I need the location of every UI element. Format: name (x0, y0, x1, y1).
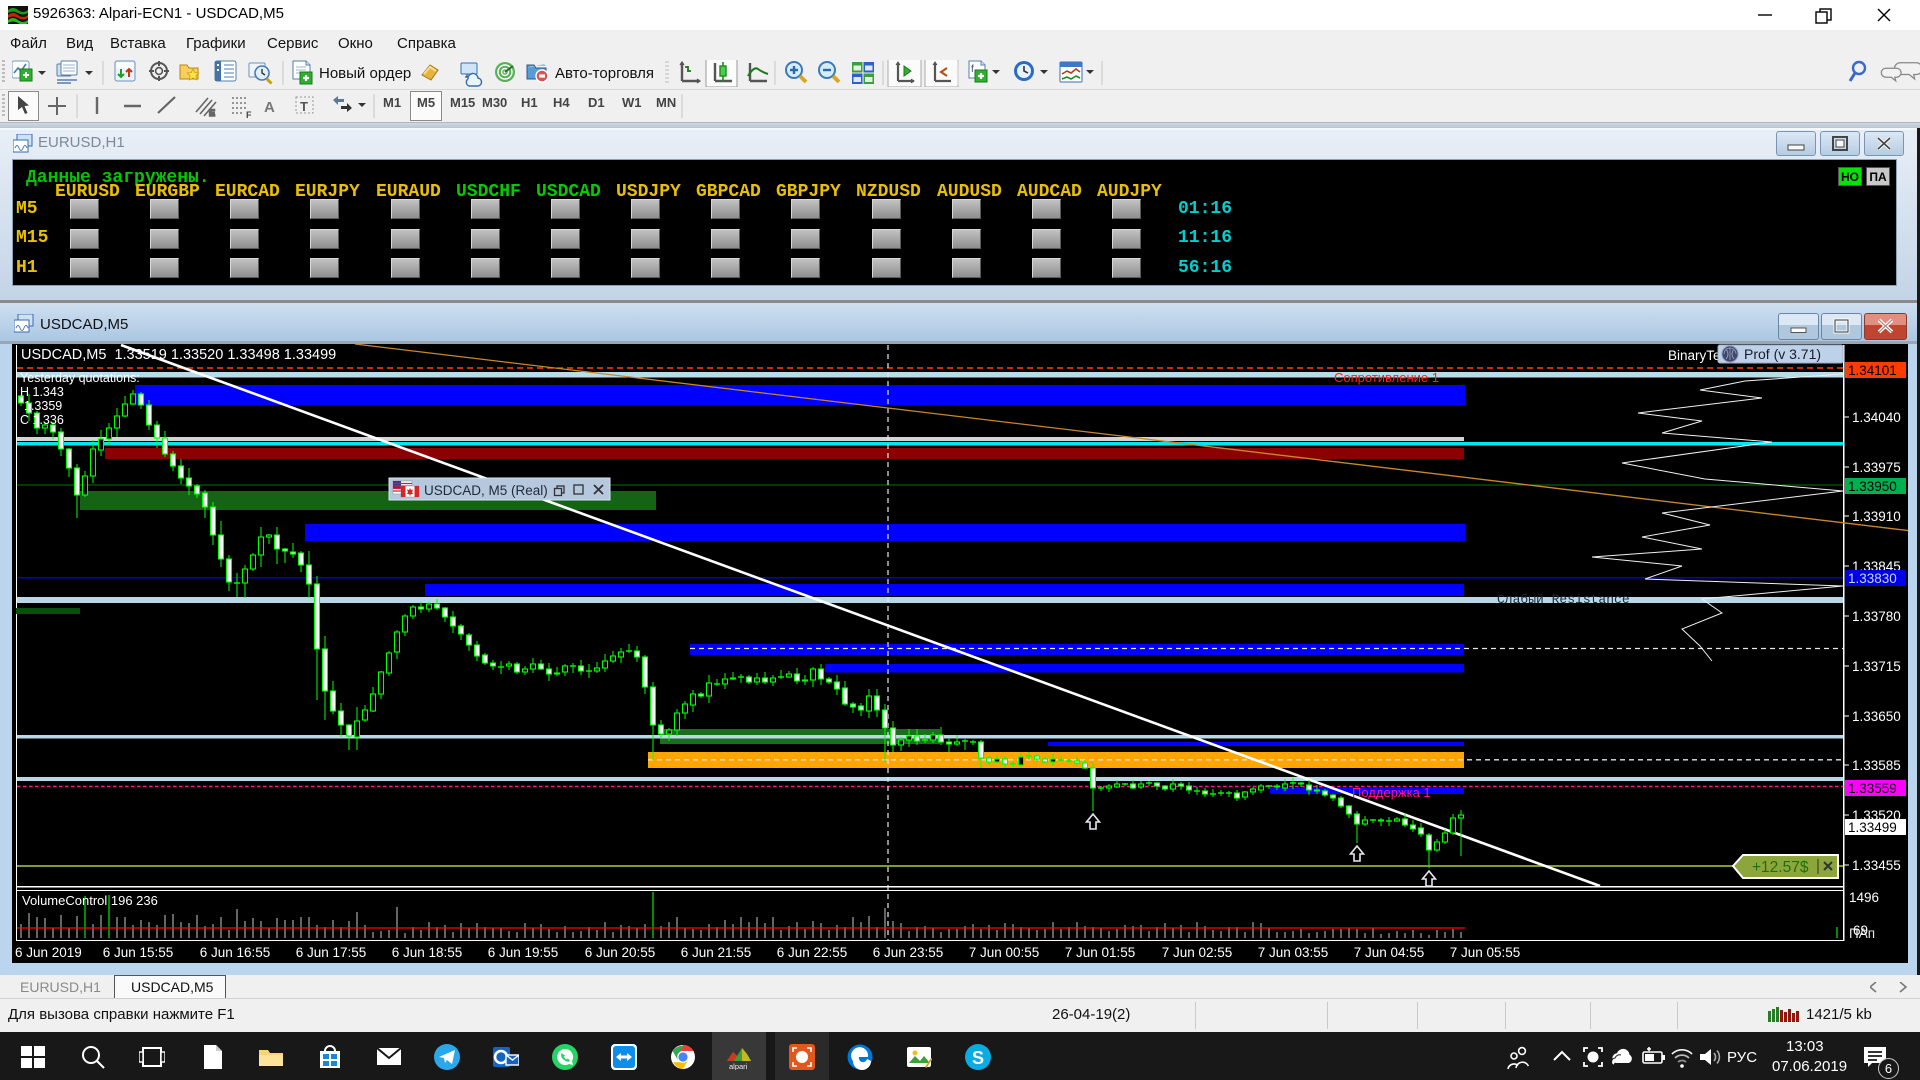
svg-text:E: E (209, 108, 215, 118)
svg-text:S: S (972, 1048, 984, 1068)
svg-text:Слабый Resistance: Слабый Resistance (1497, 592, 1630, 607)
svg-text:7 Jun 01:55: 7 Jun 01:55 (1065, 945, 1136, 960)
svg-text:1.33715: 1.33715 (1852, 659, 1901, 674)
svg-text:1.33975: 1.33975 (1852, 460, 1901, 475)
svg-text:1.33499: 1.33499 (1848, 820, 1897, 835)
svg-text:6 Jun 15:55: 6 Jun 15:55 (103, 945, 174, 960)
svg-text:7 Jun 05:55: 7 Jun 05:55 (1450, 945, 1521, 960)
svg-text:1.33585: 1.33585 (1852, 758, 1901, 773)
svg-text:1496: 1496 (1849, 890, 1879, 905)
svg-text:6 Jun 2019: 6 Jun 2019 (15, 945, 82, 960)
svg-text:VolumeControl 196 236: VolumeControl 196 236 (22, 893, 158, 908)
svg-text:1.33559: 1.33559 (1848, 781, 1897, 796)
svg-text:Новый ордер: Новый ордер (319, 65, 411, 82)
svg-text:6 Jun 17:55: 6 Jun 17:55 (296, 945, 367, 960)
svg-text:1.33780: 1.33780 (1852, 609, 1901, 624)
svg-text:7 Jun 03:55: 7 Jun 03:55 (1258, 945, 1329, 960)
svg-text:F: F (246, 110, 252, 120)
svg-text:1.33950: 1.33950 (1848, 479, 1897, 494)
svg-text:Yesterday quotations:: Yesterday quotations: (20, 371, 140, 385)
svg-text:6 Jun 16:55: 6 Jun 16:55 (200, 945, 271, 960)
svg-text:Авто-торговля: Авто-торговля (555, 65, 654, 82)
svg-text:f: f (971, 64, 974, 75)
svg-text:1.33455: 1.33455 (1852, 858, 1901, 873)
svg-text:6 Jun 18:55: 6 Jun 18:55 (392, 945, 463, 960)
svg-text:Prof (v 3.71): Prof (v 3.71) (1744, 346, 1821, 362)
svg-text:1.33650: 1.33650 (1852, 709, 1901, 724)
svg-text:alpari: alpari (729, 1062, 748, 1070)
svg-text:69: 69 (1853, 923, 1868, 938)
svg-text:USDCAD,M5 1.33519 1.33520 1.3: USDCAD,M5 1.33519 1.33520 1.33498 1.3349… (21, 347, 336, 363)
svg-text:1.3359: 1.3359 (24, 399, 62, 413)
svg-text:Поддержка 1: Поддержка 1 (1352, 785, 1431, 800)
svg-text:7 Jun 02:55: 7 Jun 02:55 (1162, 945, 1233, 960)
svg-text:H 1.343: H 1.343 (20, 385, 64, 399)
svg-text:6 Jun 23:55: 6 Jun 23:55 (873, 945, 944, 960)
svg-text:6 Jun 19:55: 6 Jun 19:55 (488, 945, 559, 960)
svg-text:1.34101: 1.34101 (1848, 363, 1897, 378)
svg-text:6 Jun 22:55: 6 Jun 22:55 (777, 945, 848, 960)
svg-text:7 Jun 00:55: 7 Jun 00:55 (969, 945, 1040, 960)
svg-text:T: T (300, 99, 308, 114)
svg-text:6 Jun 20:55: 6 Jun 20:55 (585, 945, 656, 960)
svg-text:1.34040: 1.34040 (1852, 410, 1901, 425)
svg-text:+12.57$: +12.57$ (1752, 859, 1809, 876)
svg-text:6 Jun 21:55: 6 Jun 21:55 (681, 945, 752, 960)
svg-text:1.33830: 1.33830 (1848, 571, 1897, 586)
svg-text:Сопротивление 1: Сопротивление 1 (1334, 370, 1439, 385)
svg-text:C 1.336: C 1.336 (20, 413, 64, 427)
svg-text:7 Jun 04:55: 7 Jun 04:55 (1354, 945, 1425, 960)
svg-text:1.33910: 1.33910 (1852, 509, 1901, 524)
svg-text:USDCAD, M5 (Real): USDCAD, M5 (Real) (424, 483, 548, 498)
svg-text:A: A (264, 99, 275, 116)
